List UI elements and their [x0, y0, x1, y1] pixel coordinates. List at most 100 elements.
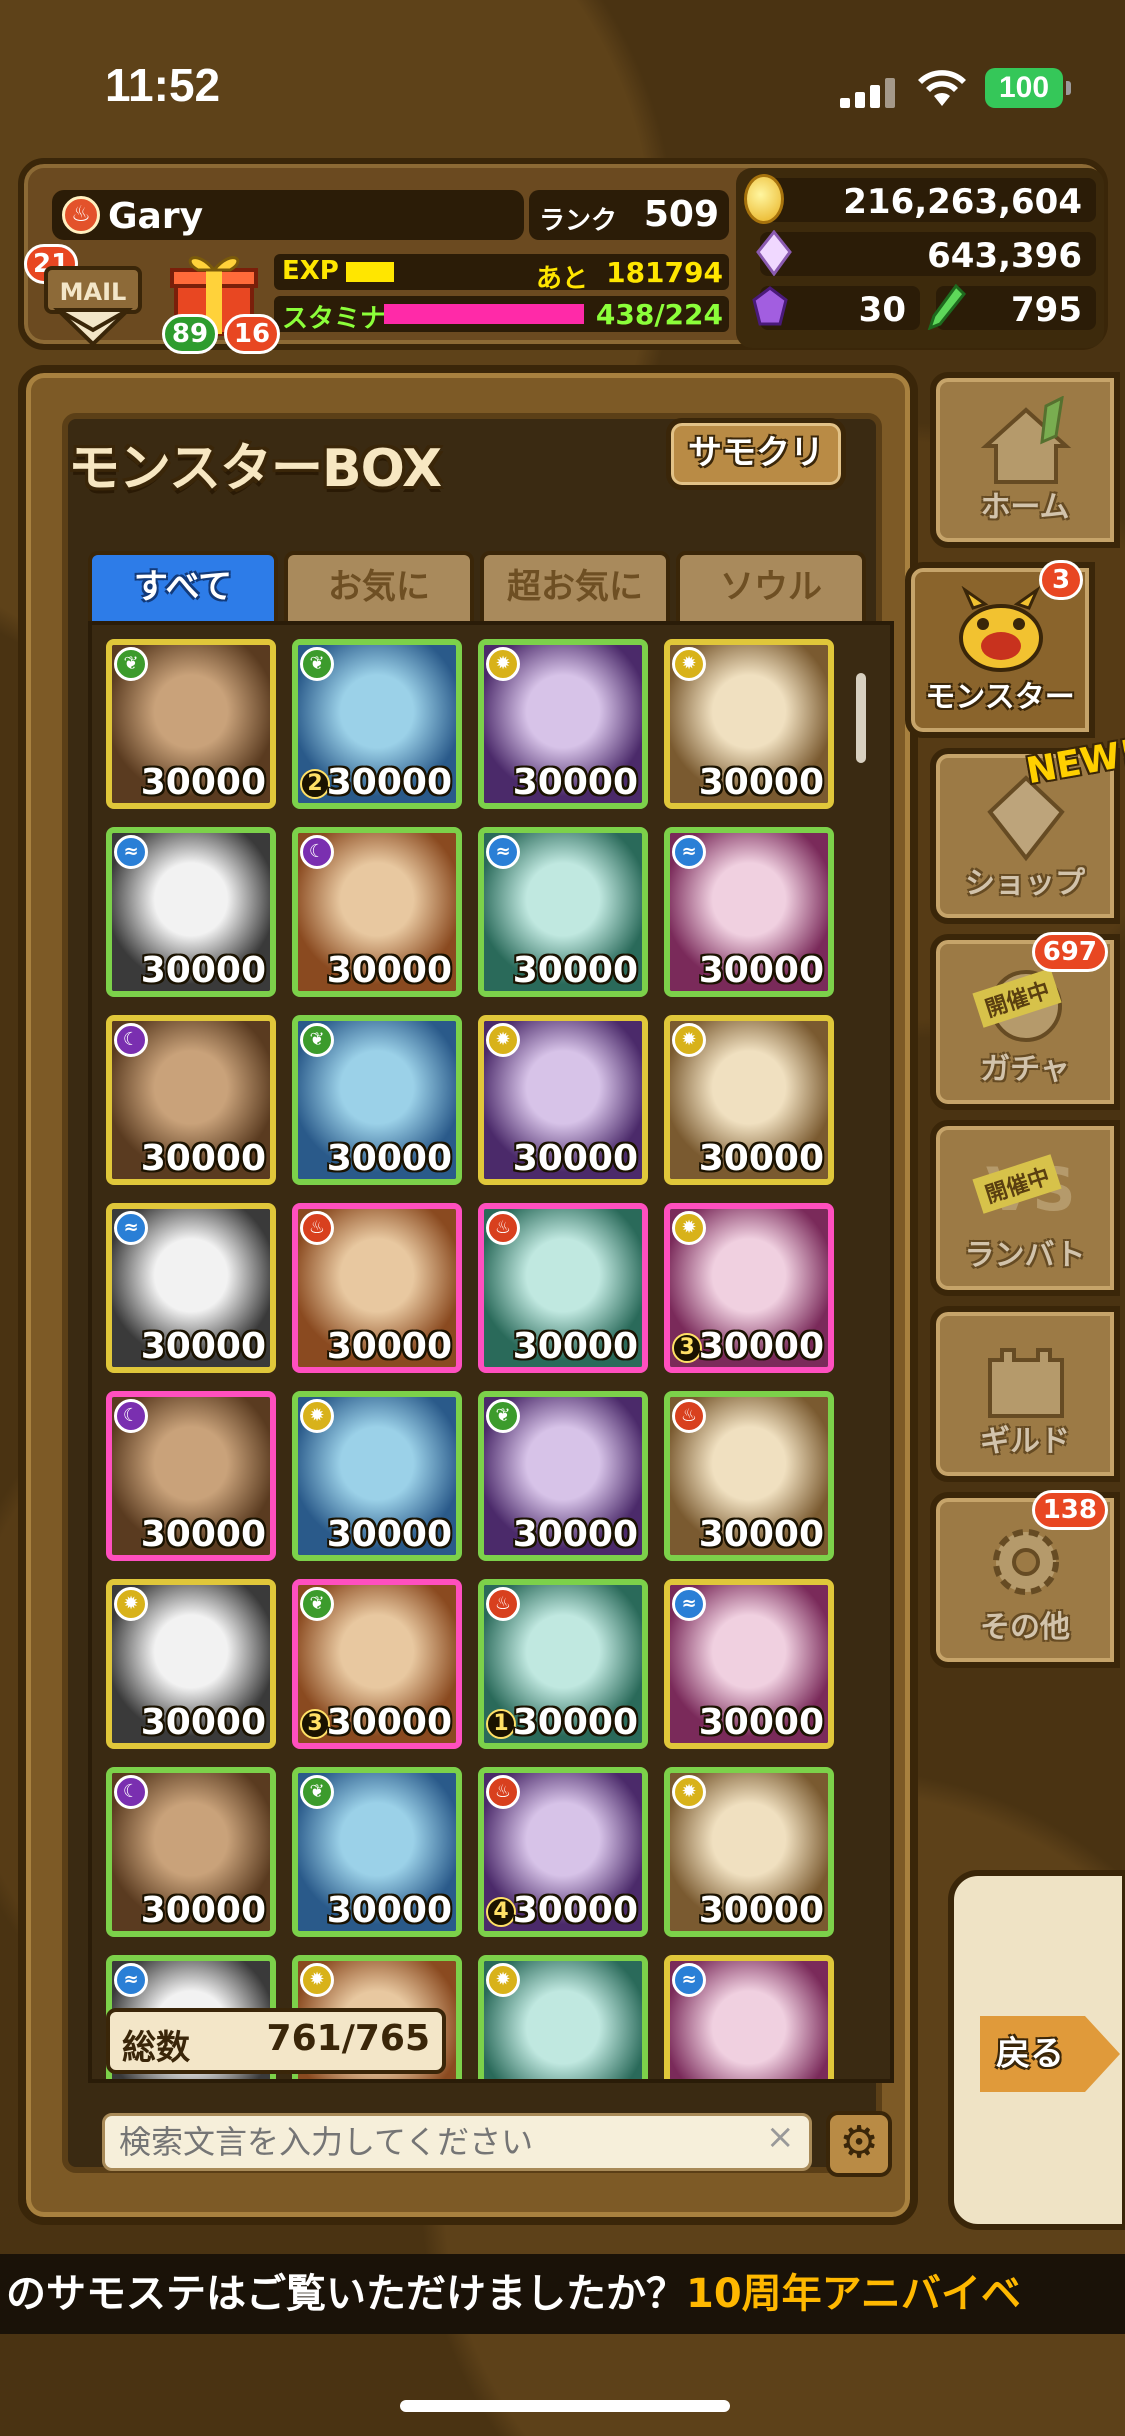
light-element-icon: ✹	[672, 1211, 706, 1245]
monster-card[interactable]: ≈30000	[664, 1579, 834, 1749]
monster-card[interactable]: ♨ 30000	[292, 1203, 462, 1373]
monster-level: 30000	[140, 1514, 266, 1555]
stamina-value: 438/224	[595, 298, 723, 331]
monster-card[interactable]: ✹ 30000	[664, 1767, 834, 1937]
nav-shop[interactable]: NEW! ショップ	[930, 733, 1125, 924]
monster-card[interactable]: ✹ 30000	[478, 639, 648, 809]
fire-element-icon: ♨	[486, 1775, 520, 1809]
wood-element-icon: ❦	[114, 647, 148, 681]
water-element-icon: ≈	[114, 1211, 148, 1245]
monster-grid: ❦ 30000 ❦ 2 30000 ✹ 30000 ✹ 30000 ≈30000 ☾ 30000 ≈30…	[88, 621, 894, 2083]
monster-card[interactable]: ✹ 30000	[664, 1015, 834, 1185]
monster-card[interactable]: ✹ 3 30000	[664, 1203, 834, 1373]
water-element-icon: ≈	[114, 835, 148, 869]
coin-value: 216,263,604	[843, 182, 1082, 222]
monster-card[interactable]: ☾ 30000	[106, 1767, 276, 1937]
tab-soul[interactable]: ソウル	[676, 551, 866, 625]
monster-card[interactable]: ≈30000	[478, 827, 648, 997]
nav-gacha-label: ガチャ	[980, 1052, 1070, 1087]
nav-monster[interactable]: モンスター 3	[905, 560, 1095, 738]
monster-level: 30000	[326, 1514, 452, 1555]
nav-gacha[interactable]: 開催中 ガチャ 697	[930, 932, 1120, 1110]
nav-other[interactable]: その他 138	[930, 1490, 1120, 1668]
nav-home[interactable]: ホーム	[930, 372, 1120, 548]
exp-remaining-value: 181794	[606, 256, 723, 289]
monster-level: 30000	[698, 1514, 824, 1555]
monster-level: 30000	[698, 1890, 824, 1931]
monster-card[interactable]: ✹ 30000	[106, 1579, 276, 1749]
monster-card[interactable]: ≈30000	[106, 827, 276, 997]
light-element-icon: ✹	[486, 647, 520, 681]
settings-gear-button[interactable]: ⚙	[826, 2111, 892, 2177]
nav-home-label: ホーム	[980, 490, 1070, 525]
home-indicator[interactable]	[400, 2400, 730, 2412]
plus-count: 3	[300, 1709, 330, 1739]
monster-level: 30000	[698, 950, 824, 991]
player-name-box[interactable]: ♨ Gary	[52, 190, 524, 240]
gem-value: 30	[858, 290, 906, 330]
water-element-icon: ≈	[486, 835, 520, 869]
scrollbar[interactable]	[856, 673, 866, 763]
total-value: 761/765	[266, 2018, 430, 2059]
monster-card[interactable]: ♨ 30000	[478, 1203, 648, 1373]
monster-card[interactable]: ♨ 30000	[664, 1391, 834, 1561]
crystal-value: 643,396	[927, 236, 1082, 276]
ticker-text-yellow: 10周年アニバイベ	[686, 2271, 1021, 2317]
total-label: 総数	[122, 2028, 190, 2068]
monster-card[interactable]: ❦ 30000	[478, 1391, 648, 1561]
plus-count: 4	[486, 1897, 516, 1927]
monster-card[interactable]: ♨ 1 30000	[478, 1579, 648, 1749]
tab-favorites[interactable]: お気に	[284, 551, 474, 625]
monster-card[interactable]: ❦ 30000	[292, 1015, 462, 1185]
gift-green-badge: 89	[162, 314, 218, 354]
monster-card[interactable]: ✹ 30000	[664, 639, 834, 809]
monster-card[interactable]: ☾ 30000	[106, 1015, 276, 1185]
monster-level: 30000	[326, 1890, 452, 1931]
news-ticker[interactable]: のサモステはご覧いただけましたか？10周年アニバイベ	[0, 2254, 1125, 2334]
monster-card[interactable]: ❦ 30000	[106, 639, 276, 809]
water-element-icon: ≈	[114, 1963, 148, 1997]
monster-card[interactable]: ✹ 30000	[292, 1391, 462, 1561]
key-value: 795	[1011, 290, 1082, 330]
exp-remaining-label: あと	[536, 264, 589, 294]
key-row: 795	[927, 284, 1096, 330]
monster-card[interactable]: ✹ 30000	[478, 1015, 648, 1185]
monster-card[interactable]: ≈30000	[106, 1203, 276, 1373]
total-count-box: 総数 761/765	[106, 2008, 446, 2074]
monster-card[interactable]: ♨ 4 30000	[478, 1767, 648, 1937]
gem-row: 30	[752, 286, 920, 330]
wood-element-icon: ❦	[300, 1775, 334, 1809]
exp-bar-row: EXP あと 181794	[274, 254, 729, 294]
crystal-icon	[756, 230, 792, 276]
monster-level: 30000	[512, 1326, 638, 1367]
water-element-icon: ≈	[672, 835, 706, 869]
light-element-icon: ✹	[300, 1963, 334, 1997]
back-button[interactable]: 戻る	[948, 1870, 1125, 2230]
monster-card[interactable]: ☾ 30000	[106, 1391, 276, 1561]
search-input[interactable]	[102, 2113, 812, 2171]
monster-level: 30000	[698, 1702, 824, 1743]
clear-icon[interactable]: ×	[766, 2117, 795, 2157]
monster-card[interactable]: ✹	[478, 1955, 648, 2079]
wifi-icon	[918, 70, 966, 106]
monster-level: 30000	[326, 762, 452, 803]
fire-element-icon: ♨	[486, 1587, 520, 1621]
tab-all[interactable]: すべて	[88, 551, 278, 625]
tab-super-favorites[interactable]: 超お気に	[480, 551, 670, 625]
monster-card[interactable]: ☾ 30000	[292, 827, 462, 997]
nav-battle[interactable]: VS 開催中 ランバト	[930, 1120, 1120, 1296]
monster-card[interactable]: ≈30000	[664, 827, 834, 997]
nav-gacha-badge: 697	[1031, 932, 1108, 972]
monster-card[interactable]: ❦ 30000	[292, 1767, 462, 1937]
monster-level: 30000	[698, 762, 824, 803]
mail-label: MAIL	[60, 278, 127, 306]
monster-level: 30000	[326, 950, 452, 991]
monster-card[interactable]: ≈	[664, 1955, 834, 2079]
samokuri-button[interactable]: サモクリ	[666, 418, 846, 490]
monster-card[interactable]: ❦ 2 30000	[292, 639, 462, 809]
monster-card[interactable]: ❦ 3 30000	[292, 1579, 462, 1749]
nav-guild[interactable]: ギルド	[930, 1306, 1120, 1482]
monster-level: 30000	[140, 1702, 266, 1743]
mail-icon[interactable]: MAIL	[38, 260, 148, 348]
monster-level: 30000	[512, 762, 638, 803]
